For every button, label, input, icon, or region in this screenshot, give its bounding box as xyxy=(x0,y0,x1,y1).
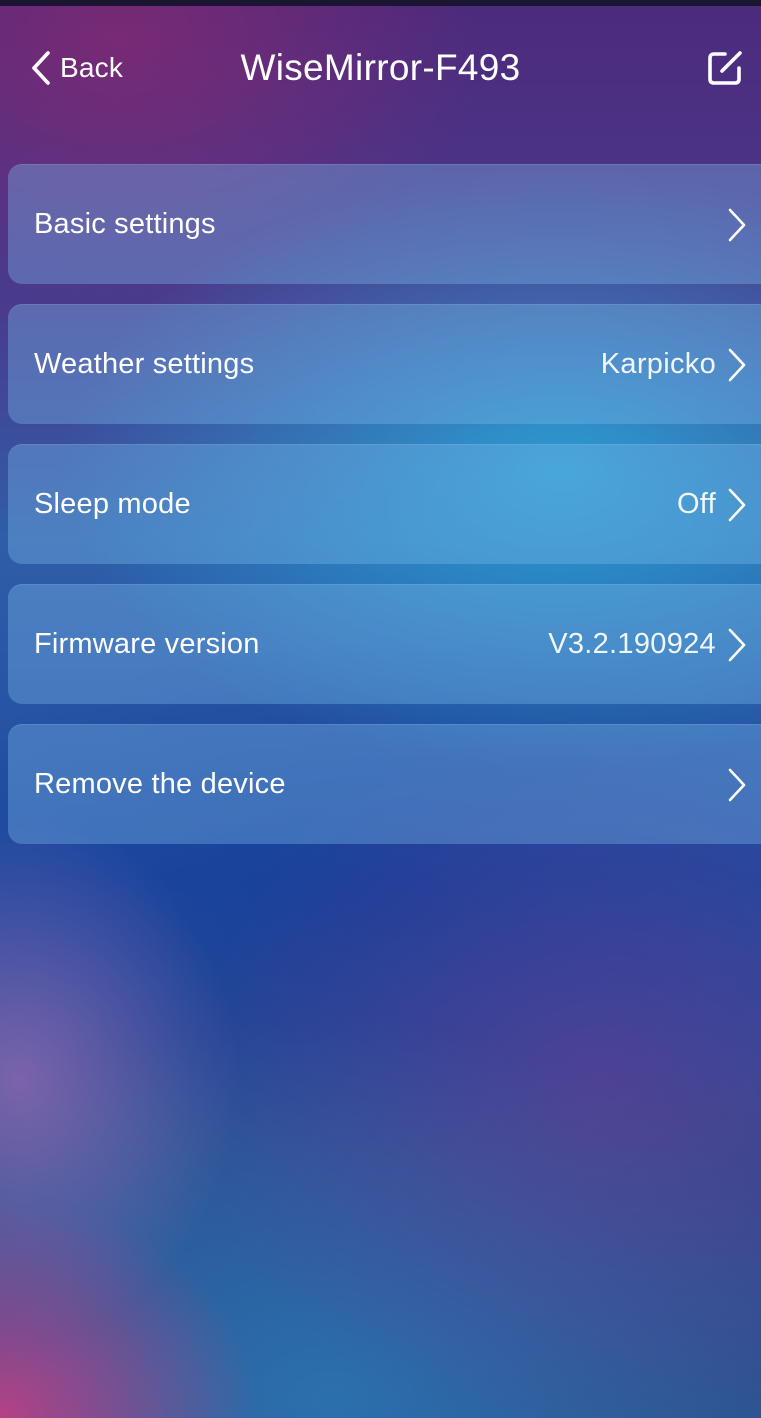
chevron-right-icon xyxy=(727,348,747,382)
row-label: Sleep mode xyxy=(34,487,191,520)
edit-icon xyxy=(705,51,745,92)
chevron-left-icon xyxy=(30,50,52,86)
row-value: Off xyxy=(676,487,716,520)
navigation-header: Back WiseMirror-F493 xyxy=(0,0,761,135)
row-value: Karpicko xyxy=(600,347,716,380)
settings-row-firmware[interactable]: Firmware version V3.2.190924 xyxy=(8,584,761,704)
back-label: Back xyxy=(60,52,124,83)
chevron-right-icon xyxy=(727,208,747,242)
settings-row-weather[interactable]: Weather settings Karpicko xyxy=(8,304,761,424)
chevron-right-icon xyxy=(727,488,747,522)
settings-list: Basic settings Weather settings Karpicko… xyxy=(8,164,761,864)
settings-row-basic[interactable]: Basic settings xyxy=(8,164,761,284)
row-label: Basic settings xyxy=(34,207,216,240)
row-value: V3.2.190924 xyxy=(548,627,716,660)
row-label: Remove the device xyxy=(34,767,286,800)
back-button[interactable]: Back xyxy=(30,46,123,90)
settings-row-remove-device[interactable]: Remove the device xyxy=(8,724,761,844)
row-label: Firmware version xyxy=(34,627,260,660)
settings-row-sleep-mode[interactable]: Sleep mode Off xyxy=(8,444,761,564)
chevron-right-icon xyxy=(727,768,747,802)
row-label: Weather settings xyxy=(34,347,255,380)
edit-button[interactable] xyxy=(705,48,745,88)
chevron-right-icon xyxy=(727,628,747,662)
